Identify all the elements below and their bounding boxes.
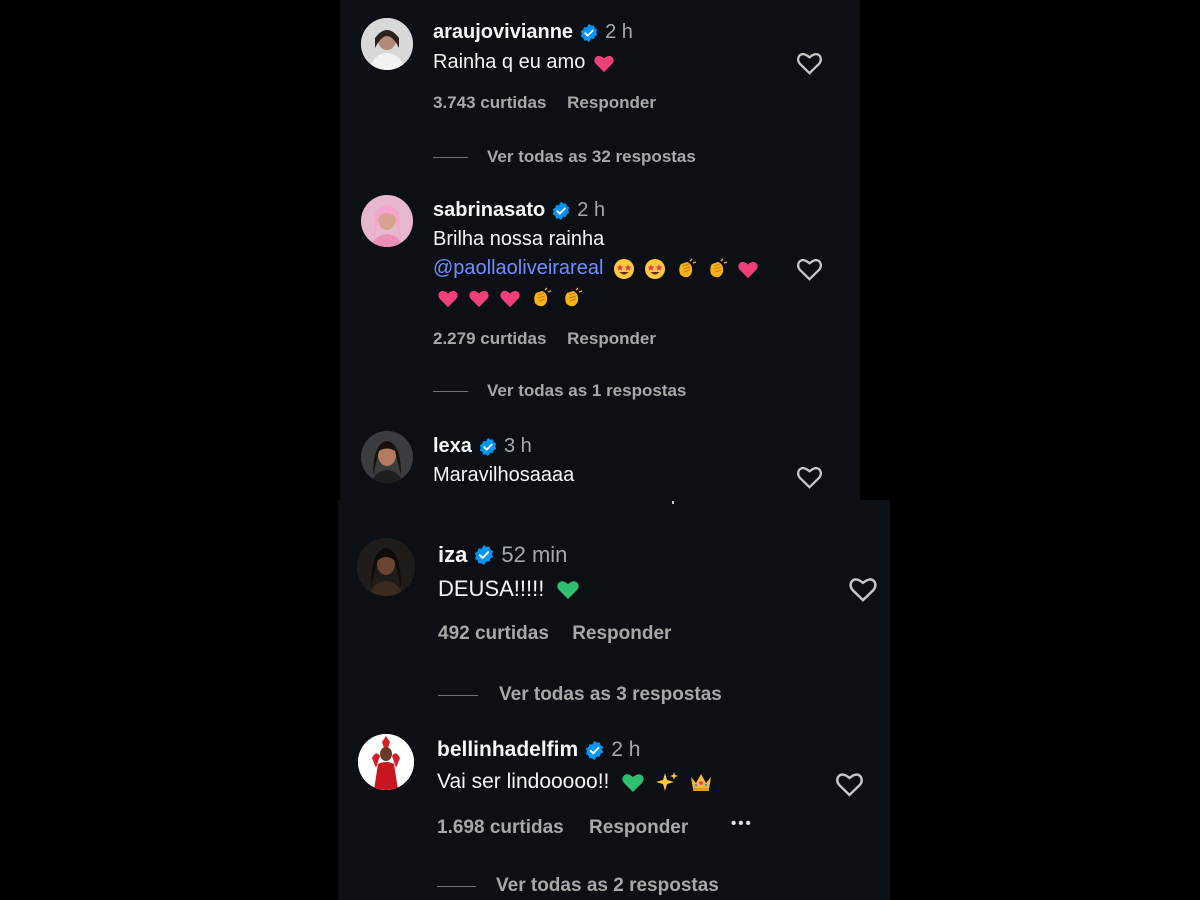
view-replies-link[interactable]: Ver todas as 2 respostas [437,875,719,897]
avatar[interactable] [357,538,415,596]
reply-button[interactable]: Responder [572,623,671,644]
like-heart-icon[interactable] [848,575,878,602]
verified-badge-icon [579,23,599,43]
view-replies-link[interactable]: Ver todas as 32 respostas [433,147,696,167]
clapping-hands-emoji-icon [706,258,728,280]
verified-badge-icon [551,201,571,221]
reply-button[interactable]: Responder [589,817,688,838]
comment-text: DEUSA!!!!! [438,576,545,601]
like-heart-icon[interactable] [796,464,823,489]
pink-heart-emoji-icon [499,288,521,308]
timestamp: 2 h [611,738,641,761]
avatar[interactable] [361,195,413,247]
reply-button[interactable]: Responder [567,93,656,112]
username[interactable]: araujovivianne [433,21,573,44]
comment-text: Brilha nossa rainha [433,228,605,250]
sparkles-emoji-icon [655,770,679,794]
verified-badge-icon [584,740,605,761]
comment-text: Maravilhosaaaa [433,464,575,486]
clapping-hands-emoji-icon [530,287,552,309]
view-replies-link[interactable]: Ver todas as 1 respostas [433,381,686,401]
comments-panel-top [340,0,860,505]
pink-heart-emoji-icon [468,288,490,308]
verified-badge-icon [478,437,498,457]
like-count[interactable]: 1.698 curtidas [437,817,564,838]
like-heart-icon[interactable] [835,770,864,797]
avatar[interactable] [361,431,413,483]
replies-divider [438,694,478,696]
crown-emoji-icon [689,771,713,793]
more-options-icon[interactable]: ••• [731,815,753,832]
timestamp: 3 h [503,435,532,457]
pink-heart-emoji-icon [437,288,459,308]
star-struck-emoji-icon [613,258,635,280]
username[interactable]: bellinhadelfim [437,738,578,762]
like-count[interactable]: 492 curtidas [438,623,549,644]
replies-divider [437,885,476,887]
verified-badge-icon [473,544,495,566]
replies-divider [433,390,468,392]
green-heart-emoji-icon [621,771,645,793]
pink-heart-emoji-icon [737,259,759,279]
like-heart-icon[interactable] [796,256,823,281]
like-count[interactable]: 2.279 curtidas [433,329,546,348]
separator-dot [672,501,674,504]
view-replies-link[interactable]: Ver todas as 3 respostas [438,684,722,706]
like-count[interactable]: 3.743 curtidas [433,93,546,112]
timestamp: 2 h [605,21,633,43]
replies-divider [433,156,468,158]
view-replies-label: Ver todas as 2 respostas [496,875,719,896]
like-heart-icon[interactable] [796,50,823,75]
pink-heart-emoji-icon [593,53,615,73]
clapping-hands-emoji-icon [561,287,583,309]
view-replies-label: Ver todas as 1 respostas [487,381,687,400]
comment-text: Rainha q eu amo [433,51,586,73]
username[interactable]: sabrinasato [433,199,545,222]
timestamp: 2 h [577,199,606,221]
comment-text: Vai ser lindooooo!! [437,770,610,793]
avatar[interactable] [361,18,413,70]
mention-link[interactable]: @paollaoliveirareal [433,257,603,280]
timestamp: 52 min [501,542,568,567]
view-replies-label: Ver todas as 3 respostas [499,684,722,705]
username[interactable]: lexa [433,435,472,458]
reply-button[interactable]: Responder [567,329,656,348]
clapping-hands-emoji-icon [675,258,697,280]
star-struck-emoji-icon [644,258,666,280]
view-replies-label: Ver todas as 32 respostas [487,147,696,166]
green-heart-emoji-icon [556,578,580,600]
username[interactable]: iza [438,542,467,568]
avatar[interactable] [358,734,414,790]
